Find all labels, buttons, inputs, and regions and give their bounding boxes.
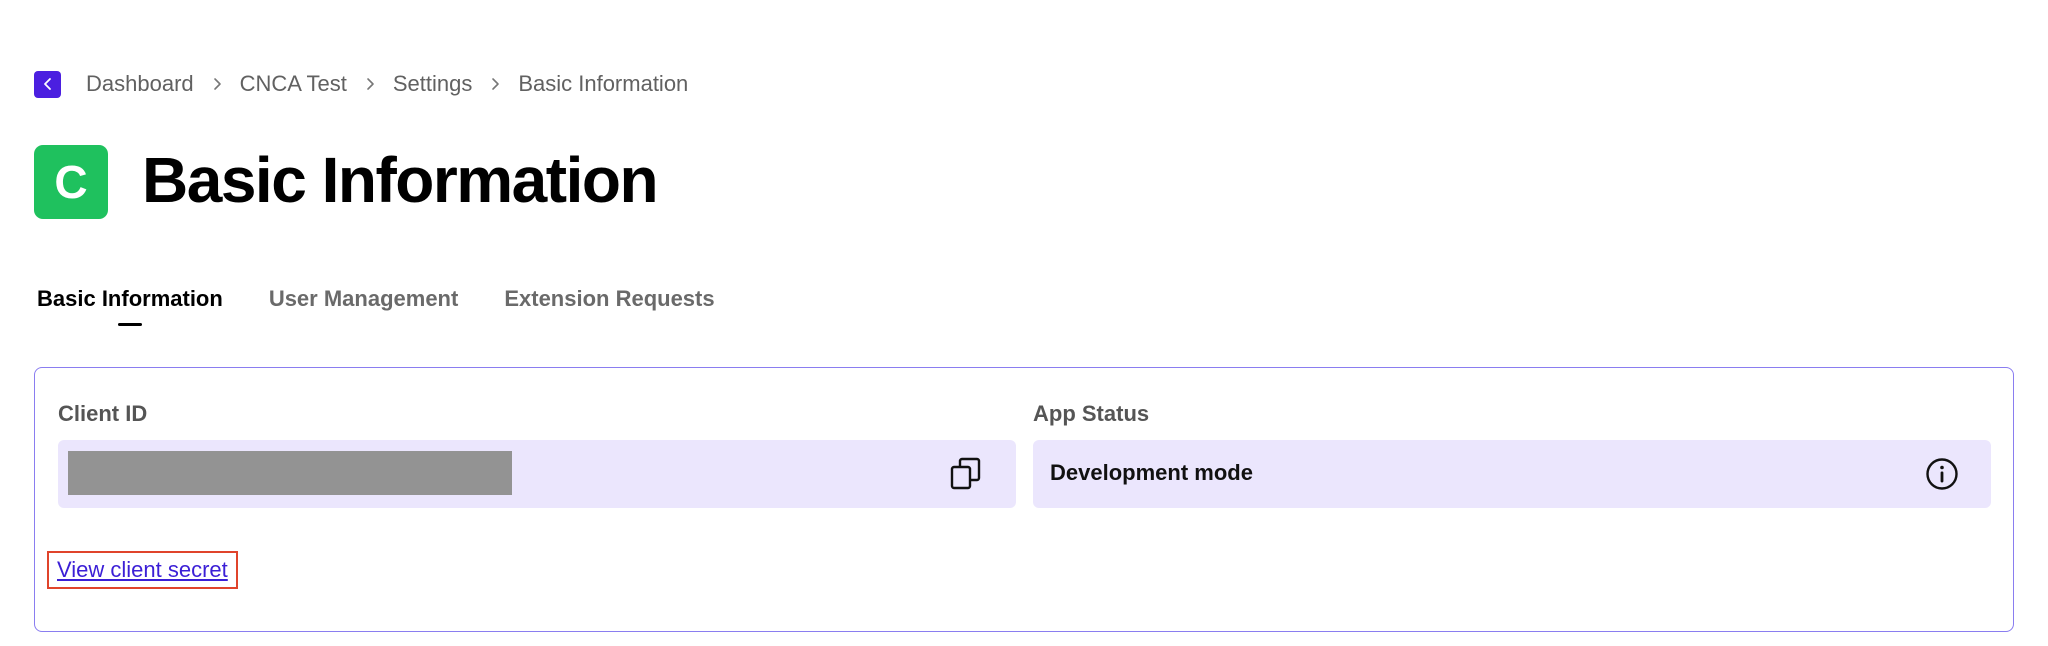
avatar-letter: C (54, 156, 88, 208)
app-status-value: Development mode (1050, 460, 1253, 485)
back-button[interactable] (34, 70, 61, 98)
chevron-right-icon (347, 70, 393, 98)
tab-user-management[interactable]: User Management (269, 286, 459, 340)
breadcrumb: Dashboard CNCA Test Settings Basic Infor… (34, 70, 688, 98)
chevron-left-icon (43, 78, 51, 90)
tab-extension-requests[interactable]: Extension Requests (504, 286, 714, 340)
breadcrumb-dashboard[interactable]: Dashboard (86, 71, 194, 97)
app-status-field: Development mode (1033, 440, 1991, 508)
app-avatar: C (34, 145, 108, 219)
basic-info-card: Client ID App Status Development mode Vi… (34, 367, 2014, 632)
chevron-right-icon (194, 70, 240, 98)
view-client-secret-link[interactable]: View client secret (47, 551, 238, 589)
copy-icon (950, 457, 981, 490)
info-icon (1926, 458, 1958, 490)
app-status-label: App Status (1033, 401, 1150, 426)
client-id-label: Client ID (58, 401, 148, 426)
client-id-field (58, 440, 1016, 508)
tab-bar: Basic Information User Management Extens… (37, 286, 715, 340)
breadcrumb-current: Basic Information (518, 71, 689, 96)
tab-basic-information[interactable]: Basic Information (37, 286, 223, 340)
breadcrumb-settings[interactable]: Settings (393, 71, 473, 97)
page-title: Basic Information (142, 144, 659, 216)
client-id-value-redacted (68, 451, 512, 495)
info-button[interactable] (1925, 457, 1959, 491)
breadcrumb-app[interactable]: CNCA Test (240, 71, 347, 97)
chevron-right-icon (472, 70, 518, 98)
copy-button[interactable] (948, 456, 984, 492)
